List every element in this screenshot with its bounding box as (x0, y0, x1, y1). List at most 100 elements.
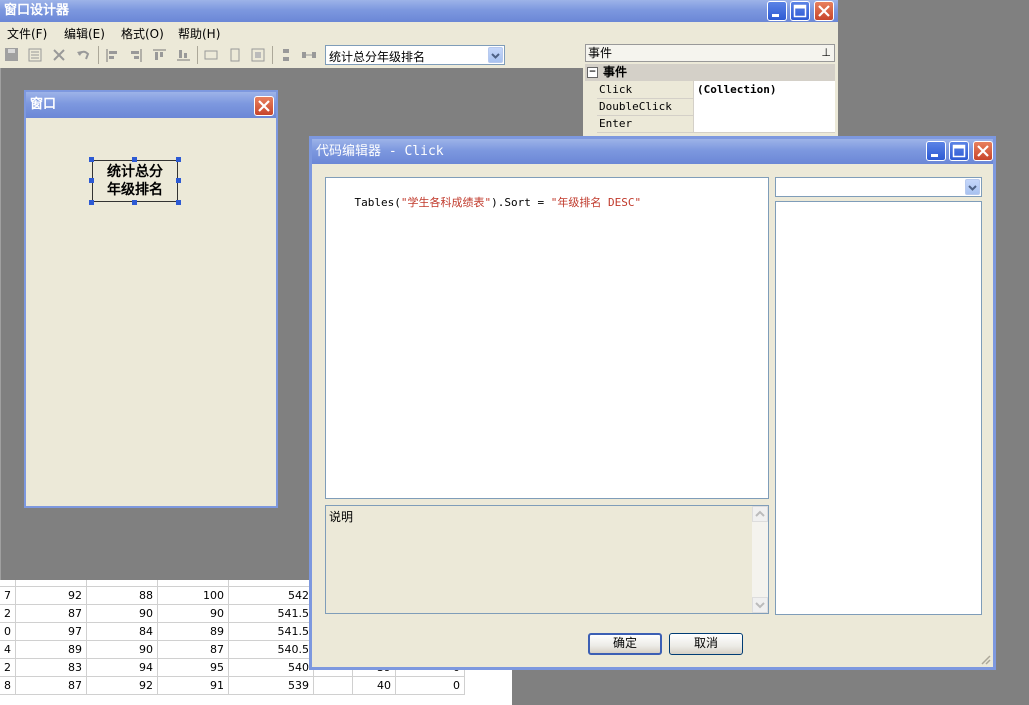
resize-handle[interactable] (89, 178, 94, 183)
table-cell[interactable]: 89 (157, 622, 229, 641)
property-name: Click (599, 83, 633, 96)
table-cell[interactable]: 2 (0, 604, 16, 623)
cancel-button[interactable]: 取消 (669, 633, 743, 655)
table-cell[interactable]: 539 (228, 676, 314, 695)
resize-grip-icon[interactable] (979, 653, 991, 665)
table-row[interactable]: 8 87 92 91 539 40 0 (0, 676, 465, 695)
property-name: Enter (599, 117, 633, 130)
table-cell[interactable]: 540.5 (228, 640, 314, 659)
same-size-icon[interactable] (250, 47, 266, 63)
table-cell[interactable]: 92 (86, 676, 158, 695)
table-cell[interactable]: 92 (15, 586, 87, 605)
control-selector[interactable]: 统计总分年级排名 (325, 45, 505, 65)
description-box[interactable]: 说明 (325, 505, 769, 614)
table-cell[interactable]: 7 (0, 586, 16, 605)
close-icon (977, 145, 989, 157)
same-height-icon[interactable] (227, 47, 243, 63)
menu-help[interactable]: 帮助(H) (178, 25, 220, 42)
table-cell[interactable]: 95 (157, 658, 229, 677)
scroll-up-icon (752, 506, 768, 522)
property-row[interactable]: DoubleClick (597, 98, 835, 116)
table-cell[interactable]: 4 (0, 640, 16, 659)
control-selector-arrow[interactable] (488, 47, 503, 63)
property-row[interactable]: Enter (597, 115, 835, 133)
table-cell[interactable]: 87 (15, 604, 87, 623)
button-line-1: 统计总分 (107, 164, 163, 180)
property-value[interactable] (693, 98, 835, 115)
menu-format[interactable]: 格式(O) (121, 25, 164, 42)
resize-handle[interactable] (132, 200, 137, 205)
collapse-icon[interactable]: − (587, 67, 598, 78)
maximize-button[interactable] (949, 141, 969, 161)
properties-icon[interactable] (27, 47, 43, 63)
table-cell[interactable]: 87 (15, 676, 87, 695)
member-selector[interactable] (775, 177, 982, 197)
stats-rank-button[interactable]: 统计总分 年级排名 (92, 160, 178, 202)
properties-category[interactable]: − 事件 (585, 64, 835, 81)
table-cell[interactable]: 541.5 (228, 622, 314, 641)
delete-icon[interactable] (51, 47, 67, 63)
table-cell[interactable]: 84 (86, 622, 158, 641)
property-row[interactable]: Click (Collection) (597, 81, 835, 99)
table-cell[interactable]: 83 (15, 658, 87, 677)
property-value[interactable] (693, 115, 835, 132)
close-button[interactable] (814, 1, 834, 21)
resize-handle[interactable] (89, 157, 94, 162)
save-icon[interactable] (4, 47, 20, 63)
table-cell[interactable]: 88 (86, 586, 158, 605)
table-cell[interactable]: 541.5 (228, 604, 314, 623)
align-top-icon[interactable] (151, 47, 167, 63)
table-cell[interactable]: 90 (157, 604, 229, 623)
member-list[interactable] (775, 201, 982, 615)
table-cell[interactable]: 94 (86, 658, 158, 677)
align-left-icon[interactable] (104, 47, 120, 63)
table-cell[interactable]: 0 (395, 676, 465, 695)
code-textarea[interactable]: Tables("学生各科成绩表").Sort = "年级排名 DESC" (325, 177, 769, 499)
table-cell[interactable]: 87 (157, 640, 229, 659)
minimize-button[interactable] (767, 1, 787, 21)
form-close-button[interactable] (254, 96, 274, 116)
table-cell[interactable]: 40 (352, 676, 396, 695)
maximize-button[interactable] (790, 1, 810, 21)
same-width-icon[interactable] (203, 47, 219, 63)
table-cell[interactable]: 0 (0, 622, 16, 641)
close-button[interactable] (973, 141, 993, 161)
table-cell[interactable] (313, 676, 353, 695)
description-scrollbar[interactable] (752, 506, 768, 613)
table-cell[interactable]: 90 (86, 604, 158, 623)
code-editor-titlebar[interactable]: 代码编辑器 - Click (312, 139, 993, 164)
form-titlebar[interactable]: 窗口 (26, 92, 276, 118)
resize-handle[interactable] (176, 200, 181, 205)
table-cell[interactable]: 90 (86, 640, 158, 659)
horizontal-spacing-icon[interactable] (301, 47, 317, 63)
align-right-icon[interactable] (128, 47, 144, 63)
ok-button[interactable]: 确定 (588, 633, 662, 655)
table-cell[interactable]: 540 (228, 658, 314, 677)
property-value[interactable]: (Collection) (693, 81, 835, 98)
table-cell[interactable]: 542 (228, 586, 314, 605)
table-cell[interactable]: 8 (0, 676, 16, 695)
code-token-call: ).Sort = (491, 196, 551, 209)
table-cell[interactable]: 100 (157, 586, 229, 605)
resize-handle[interactable] (132, 157, 137, 162)
table-cell[interactable]: 2 (0, 658, 16, 677)
resize-handle[interactable] (89, 200, 94, 205)
button-line-2: 年级排名 (107, 182, 163, 198)
table-cell[interactable]: 89 (15, 640, 87, 659)
pin-icon[interactable]: ⊥ (821, 45, 831, 61)
menu-edit[interactable]: 编辑(E) (64, 25, 105, 42)
designer-titlebar[interactable]: 窗口设计器 (0, 0, 838, 22)
vertical-spacing-icon[interactable] (278, 47, 294, 63)
resize-handle[interactable] (176, 178, 181, 183)
category-label: 事件 (603, 65, 628, 79)
undo-icon[interactable] (75, 47, 91, 63)
align-bottom-icon[interactable] (175, 47, 191, 63)
table-cell[interactable]: 97 (15, 622, 87, 641)
minimize-button[interactable] (926, 141, 946, 161)
table-cell[interactable]: 91 (157, 676, 229, 695)
form-window[interactable]: 窗口 统计总分 年级排名 (24, 90, 278, 508)
member-selector-arrow[interactable] (965, 179, 980, 195)
menu-file[interactable]: 文件(F) (7, 25, 47, 42)
chevron-down-icon (491, 53, 500, 59)
resize-handle[interactable] (176, 157, 181, 162)
